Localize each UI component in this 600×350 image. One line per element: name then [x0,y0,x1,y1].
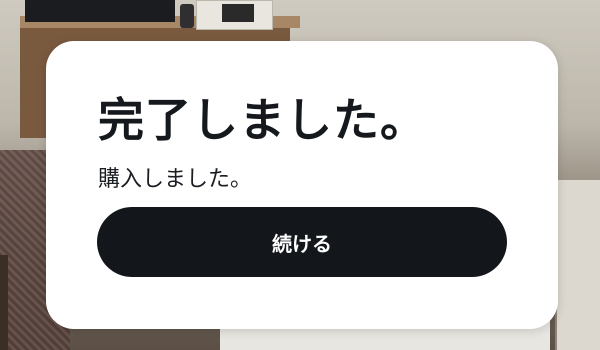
continue-button[interactable]: 続ける [97,207,507,277]
background-microwave-window [222,4,254,22]
screen: 完了しました。 購入しました。 続ける [0,0,600,350]
background-chair [0,255,8,350]
dialog-title: 完了しました。 [98,93,427,147]
background-tv [25,0,175,22]
background-cabinet [555,180,600,350]
background-kettle [180,4,194,28]
completion-dialog: 完了しました。 購入しました。 続ける [46,41,558,329]
dialog-message: 購入しました。 [98,167,253,192]
